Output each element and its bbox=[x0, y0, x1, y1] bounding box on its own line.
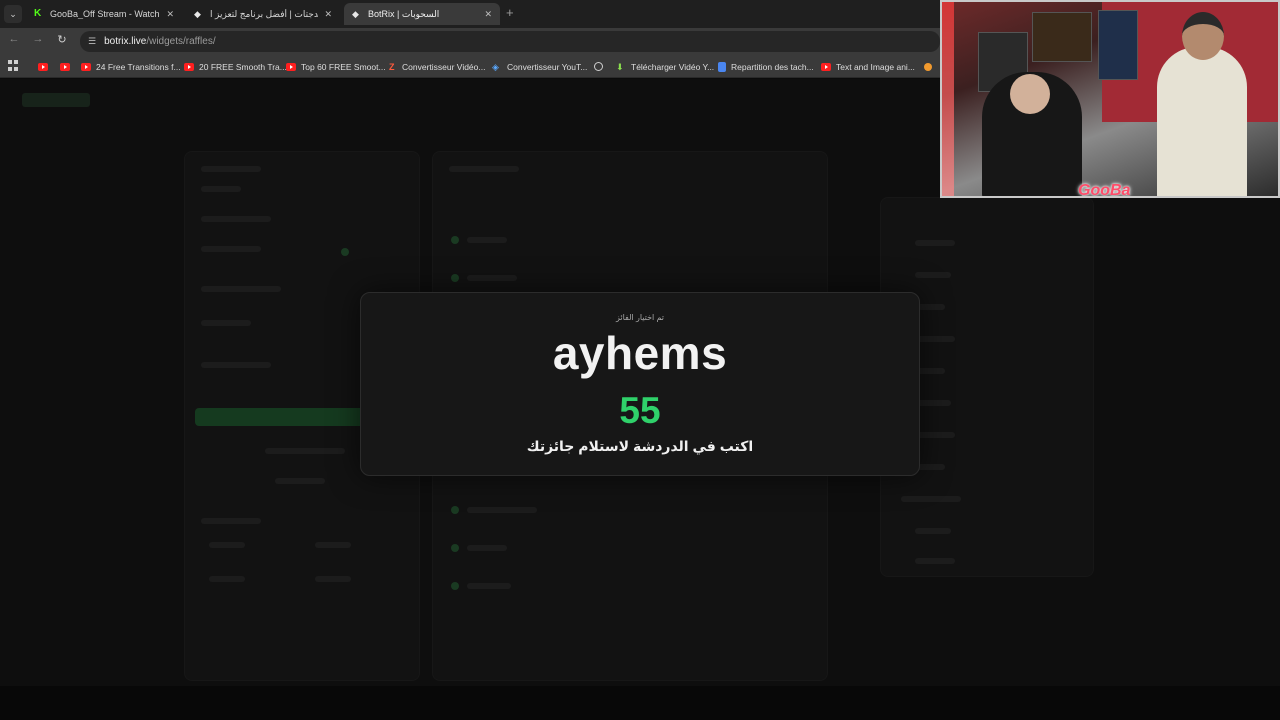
new-tab-icon[interactable]: + bbox=[506, 5, 514, 20]
url-host: botrix.live bbox=[104, 36, 147, 47]
youtube-icon bbox=[821, 62, 831, 71]
youtube-icon bbox=[286, 62, 296, 71]
bookmark-item[interactable]: Z Convertisseur Vidéo... bbox=[389, 59, 485, 74]
youtube-icon bbox=[38, 62, 48, 71]
bookmark-label: 20 FREE Smooth Tra... bbox=[199, 61, 287, 72]
url-path: /widgets/raffles/ bbox=[146, 36, 216, 47]
address-bar[interactable]: ☰ botrix.live /widgets/raffles/ bbox=[80, 31, 940, 52]
taskbar-strip bbox=[0, 686, 1280, 720]
tab-title: الويدجتات | أفضل برنامج لتعزيز ا... bbox=[210, 8, 319, 19]
close-icon[interactable]: ✕ bbox=[484, 9, 492, 20]
winner-username: ayhems bbox=[552, 327, 728, 379]
bookmark-label: Text and Image ani... bbox=[836, 61, 915, 72]
bookmark-item[interactable] bbox=[60, 59, 75, 74]
bookmark-label: Télécharger Vidéo Y... bbox=[631, 61, 715, 72]
bookmark-label: Repartition des tach... bbox=[731, 61, 814, 72]
forward-icon[interactable]: → bbox=[30, 33, 46, 45]
screen: ⌄ K GooBa_Off Stream - Watch Live ✕ ◆ ال… bbox=[0, 0, 1280, 720]
docs-icon bbox=[718, 61, 726, 72]
tab-gooba-stream[interactable]: K GooBa_Off Stream - Watch Live ✕ bbox=[26, 3, 182, 25]
close-icon[interactable]: ✕ bbox=[324, 9, 332, 20]
bookmark-item[interactable]: Repartition des tach... bbox=[718, 59, 814, 74]
botrix-icon: ◆ bbox=[352, 9, 359, 19]
bookmark-overflow-icon bbox=[924, 62, 932, 71]
bookmark-label: Convertisseur YouT... bbox=[507, 61, 588, 72]
bookmark-item[interactable]: ⬇ Télécharger Vidéo Y... bbox=[616, 59, 714, 74]
tab-title: BotRix | السحوبات bbox=[368, 8, 440, 19]
bookmark-item[interactable]: Text and Image ani... bbox=[821, 59, 915, 74]
claim-instruction: اكتب في الدردشة لاستلام جائزتك bbox=[526, 438, 754, 454]
bookmark-item[interactable]: 24 Free Transitions f... bbox=[81, 59, 181, 74]
globe-icon bbox=[594, 62, 603, 71]
reload-icon[interactable]: ↻ bbox=[54, 33, 70, 46]
bookmark-label: 24 Free Transitions f... bbox=[96, 61, 181, 72]
converter-icon: ◈ bbox=[492, 61, 499, 72]
bookmark-item[interactable] bbox=[38, 59, 53, 74]
bookmark-item[interactable]: ◈ Convertisseur YouT... bbox=[492, 59, 587, 74]
bookmark-label: Top 60 FREE Smoot... bbox=[301, 61, 386, 72]
tab-botrix-raffles[interactable]: ◆ BotRix | السحوبات ✕ bbox=[344, 3, 500, 25]
tab-title: GooBa_Off Stream - Watch Live bbox=[50, 9, 160, 19]
botrix-icon: ◆ bbox=[194, 9, 201, 19]
youtube-icon bbox=[81, 62, 91, 71]
z-icon: Z bbox=[389, 61, 395, 72]
bookmark-item[interactable]: 20 FREE Smooth Tra... bbox=[184, 59, 287, 74]
youtube-icon bbox=[184, 62, 194, 71]
download-icon: ⬇ bbox=[616, 61, 624, 72]
bookmark-item[interactable] bbox=[594, 59, 608, 74]
winner-selected-caption: تم اختيار الفائز bbox=[615, 313, 665, 322]
winner-count: 55 bbox=[619, 390, 661, 431]
bookmark-item[interactable]: Top 60 FREE Smoot... bbox=[286, 59, 386, 74]
kick-icon: K bbox=[34, 8, 42, 19]
webcam-label: GooBa bbox=[1078, 182, 1131, 198]
bookmark-label: Convertisseur Vidéo... bbox=[402, 61, 486, 72]
botrix-logo bbox=[22, 93, 90, 107]
site-info-icon[interactable]: ☰ bbox=[88, 36, 96, 47]
tab-botrix-widgets[interactable]: ◆ الويدجتات | أفضل برنامج لتعزيز ا... ✕ bbox=[186, 3, 340, 25]
tab-search-chevron-icon[interactable]: ⌄ bbox=[4, 5, 22, 23]
apps-grid-icon[interactable] bbox=[8, 60, 19, 71]
back-icon[interactable]: ← bbox=[6, 33, 22, 45]
youtube-icon bbox=[60, 62, 70, 71]
bookmark-overflow[interactable] bbox=[924, 59, 932, 74]
winner-modal: تم اختيار الفائز ayhems 55 اكتب في الدرد… bbox=[360, 292, 920, 476]
webcam-overlay: GooBa bbox=[940, 0, 1280, 198]
close-icon[interactable]: ✕ bbox=[166, 9, 174, 20]
